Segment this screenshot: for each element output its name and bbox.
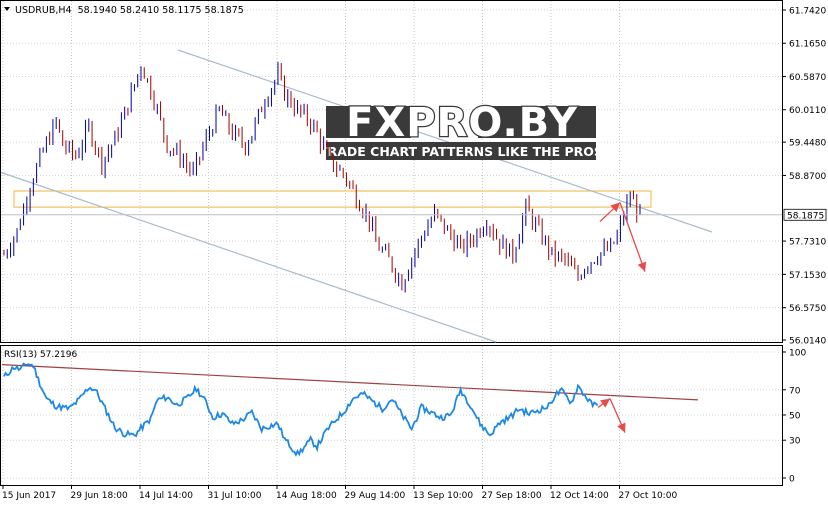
price-tick-label: 61.1650	[789, 40, 826, 50]
time-label: 14 Jul 14:00	[139, 491, 193, 501]
rsi-label: RSI(13) 57.2196	[4, 350, 77, 360]
price-panel	[0, 0, 783, 343]
time-axis: 15 Jun 2017 29 Jun 18:00 14 Jul 14:00 31 Ju…	[2, 485, 677, 501]
time-label: 12 Oct 14:00	[550, 491, 609, 501]
watermark-tagline: TRADE CHART PATTERNS LIKE THE PROS	[319, 144, 603, 159]
rsi-tick-label: 100	[789, 349, 806, 359]
watermark-title: FXPRO.BY	[346, 100, 578, 146]
price-tick-label: 58.8700	[789, 172, 826, 182]
time-label: 15 Jun 2017	[2, 491, 56, 501]
chart-area: FXPRO.BY TRADE CHART PATTERNS LIKE THE P…	[0, 0, 826, 501]
current-price-label: 58.1875	[787, 211, 824, 221]
rsi-tick-label: 50	[789, 412, 801, 422]
price-tick-label: 57.7310	[789, 238, 826, 248]
rsi-tick-label: 70	[789, 386, 801, 396]
time-label: 27 Oct 10:00	[619, 491, 678, 501]
time-label: 14 Aug 18:00	[276, 491, 337, 501]
time-label: 29 Jun 18:00	[71, 491, 128, 501]
symbol-header: USDRUB,H4 58.1940 58.2410 58.1175 58.187…	[15, 5, 244, 16]
rsi-tick-label: 30	[789, 437, 801, 447]
price-tick-label: 61.7420	[789, 7, 826, 17]
price-tick-label: 59.4480	[789, 139, 826, 149]
watermark: FXPRO.BY TRADE CHART PATTERNS LIKE THE P…	[319, 99, 603, 160]
price-tick-label: 57.1530	[789, 271, 826, 281]
price-axis: 61.7420 61.1650 60.5870 60.0110 59.4480 58.87…	[782, 7, 826, 347]
rsi-axis: 100 70 50 30 0	[782, 349, 806, 485]
price-tick-label: 56.0140	[789, 337, 826, 347]
price-tick-label: 60.0110	[789, 106, 826, 116]
price-tick-label: 60.5870	[789, 73, 826, 83]
time-label: 31 Jul 10:00	[208, 491, 262, 501]
time-label: 13 Sep 10:00	[413, 491, 473, 501]
time-label: 27 Sep 18:00	[482, 491, 542, 501]
rsi-tick-label: 0	[789, 475, 795, 485]
price-tick-label: 56.5750	[789, 304, 826, 314]
time-label: 29 Aug 14:00	[345, 491, 406, 501]
